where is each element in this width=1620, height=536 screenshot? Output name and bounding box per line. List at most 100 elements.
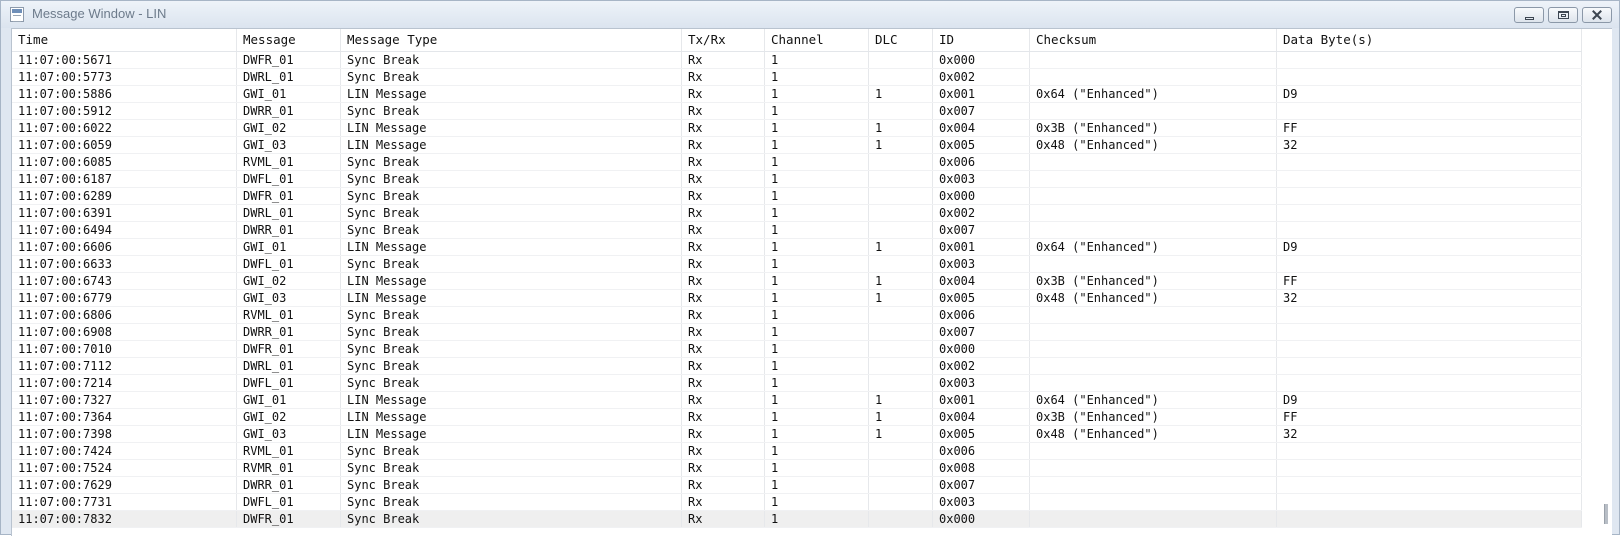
table-row[interactable]: 11:07:00:7112 DWRL_01 Sync Break Rx 1 0x002	[12, 358, 1582, 375]
column-header-data-bytes[interactable]: Data Byte(s)	[1277, 29, 1582, 51]
cell-message-type: LIN Message	[341, 392, 682, 408]
cell-message: DWFR_01	[237, 52, 341, 68]
cell-channel: 1	[765, 273, 869, 289]
cell-message: GWI_03	[237, 290, 341, 306]
scrollbar-thumb[interactable]	[1604, 504, 1608, 524]
cell-dlc	[869, 324, 933, 340]
table-row[interactable]: 11:07:00:7629 DWRR_01 Sync Break Rx 1 0x007	[12, 477, 1582, 494]
cell-id: 0x002	[933, 205, 1030, 221]
column-header-txrx[interactable]: Tx/Rx	[682, 29, 765, 51]
table-row[interactable]: 11:07:00:7010 DWFR_01 Sync Break Rx 1 0x000	[12, 341, 1582, 358]
cell-dlc	[869, 188, 933, 204]
column-header-checksum[interactable]: Checksum	[1030, 29, 1277, 51]
cell-data-bytes: FF	[1277, 273, 1582, 289]
cell-id: 0x003	[933, 494, 1030, 510]
cell-message-type: Sync Break	[341, 154, 682, 170]
table-row[interactable]: 11:07:00:5912 DWRR_01 Sync Break Rx 1 0x007	[12, 103, 1582, 120]
table-row[interactable]: 11:07:00:6085 RVML_01 Sync Break Rx 1 0x006	[12, 154, 1582, 171]
table-row[interactable]: 11:07:00:7424 RVML_01 Sync Break Rx 1 0x006	[12, 443, 1582, 460]
table-row[interactable]: 11:07:00:7364 GWI_02 LIN Message Rx 1 1 0x004 0…	[12, 409, 1582, 426]
table-row[interactable]: 11:07:00:7398 GWI_03 LIN Message Rx 1 1 0x005 0…	[12, 426, 1582, 443]
table-row[interactable]: 11:07:00:5671 DWFR_01 Sync Break Rx 1 0x000	[12, 52, 1582, 69]
table-row[interactable]: 11:07:00:6187 DWFL_01 Sync Break Rx 1 0x003	[12, 171, 1582, 188]
table-row[interactable]: 11:07:00:7832 DWFR_01 Sync Break Rx 1 0x000	[12, 511, 1582, 528]
cell-checksum	[1030, 103, 1277, 119]
cell-time: 11:07:00:7731	[12, 494, 237, 510]
maximize-button[interactable]	[1548, 7, 1578, 23]
cell-message: GWI_02	[237, 120, 341, 136]
table-row[interactable]: 11:07:00:6779 GWI_03 LIN Message Rx 1 1 0x005 0…	[12, 290, 1582, 307]
table-row[interactable]: 11:07:00:7214 DWFL_01 Sync Break Rx 1 0x003	[12, 375, 1582, 392]
cell-message-type: Sync Break	[341, 171, 682, 187]
cell-id: 0x007	[933, 477, 1030, 493]
column-header-channel[interactable]: Channel	[765, 29, 869, 51]
cell-time: 11:07:00:7214	[12, 375, 237, 391]
table-row[interactable]: 11:07:00:6806 RVML_01 Sync Break Rx 1 0x006	[12, 307, 1582, 324]
cell-data-bytes	[1277, 341, 1582, 357]
cell-message-type: LIN Message	[341, 86, 682, 102]
cell-dlc: 1	[869, 290, 933, 306]
cell-id: 0x003	[933, 256, 1030, 272]
cell-message-type: Sync Break	[341, 341, 682, 357]
cell-txrx: Rx	[682, 341, 765, 357]
cell-message-type: Sync Break	[341, 494, 682, 510]
table-row[interactable]: 11:07:00:7327 GWI_01 LIN Message Rx 1 1 0x001 0…	[12, 392, 1582, 409]
cell-time: 11:07:00:7010	[12, 341, 237, 357]
cell-data-bytes	[1277, 358, 1582, 374]
table-row[interactable]: 11:07:00:6391 DWRL_01 Sync Break Rx 1 0x002	[12, 205, 1582, 222]
table-row[interactable]: 11:07:00:6059 GWI_03 LIN Message Rx 1 1 0x005 0…	[12, 137, 1582, 154]
cell-channel: 1	[765, 290, 869, 306]
cell-checksum: 0x3B ("Enhanced")	[1030, 273, 1277, 289]
column-header-dlc[interactable]: DLC	[869, 29, 933, 51]
cell-message: DWFR_01	[237, 341, 341, 357]
table-row[interactable]: 11:07:00:6289 DWFR_01 Sync Break Rx 1 0x000	[12, 188, 1582, 205]
cell-message-type: Sync Break	[341, 477, 682, 493]
cell-id: 0x005	[933, 137, 1030, 153]
close-button[interactable]	[1582, 7, 1612, 23]
table-row[interactable]: 11:07:00:6633 DWFL_01 Sync Break Rx 1 0x003	[12, 256, 1582, 273]
cell-checksum	[1030, 222, 1277, 238]
cell-checksum	[1030, 358, 1277, 374]
minimize-icon	[1525, 17, 1534, 20]
table-row[interactable]: 11:07:00:6908 DWRR_01 Sync Break Rx 1 0x007	[12, 324, 1582, 341]
cell-id: 0x005	[933, 426, 1030, 442]
cell-txrx: Rx	[682, 307, 765, 323]
cell-time: 11:07:00:6289	[12, 188, 237, 204]
cell-time: 11:07:00:6187	[12, 171, 237, 187]
vertical-scrollbar[interactable]	[1600, 29, 1612, 536]
table-row[interactable]: 11:07:00:5886 GWI_01 LIN Message Rx 1 1 0x001 0…	[12, 86, 1582, 103]
close-icon	[1591, 10, 1603, 20]
cell-time: 11:07:00:6779	[12, 290, 237, 306]
cell-txrx: Rx	[682, 205, 765, 221]
column-header-row: Time Message Message Type Tx/Rx Channel …	[12, 29, 1582, 52]
table-row[interactable]: 11:07:00:6606 GWI_01 LIN Message Rx 1 1 0x001 0…	[12, 239, 1582, 256]
cell-data-bytes	[1277, 154, 1582, 170]
cell-dlc: 1	[869, 409, 933, 425]
cell-checksum	[1030, 511, 1277, 527]
minimize-button[interactable]	[1514, 7, 1544, 23]
table-row[interactable]: 11:07:00:5773 DWRL_01 Sync Break Rx 1 0x002	[12, 69, 1582, 86]
table-row[interactable]: 11:07:00:6494 DWRR_01 Sync Break Rx 1 0x007	[12, 222, 1582, 239]
title-bar[interactable]: Message Window - LIN	[1, 1, 1619, 28]
cell-data-bytes	[1277, 443, 1582, 459]
message-list[interactable]: Time Message Message Type Tx/Rx Channel …	[11, 28, 1612, 536]
column-header-time[interactable]: Time	[12, 29, 237, 51]
table-row[interactable]: 11:07:00:7524 RVMR_01 Sync Break Rx 1 0x008	[12, 460, 1582, 477]
cell-channel: 1	[765, 256, 869, 272]
cell-checksum	[1030, 52, 1277, 68]
table-row[interactable]: 11:07:00:6743 GWI_02 LIN Message Rx 1 1 0x004 0…	[12, 273, 1582, 290]
cell-checksum	[1030, 171, 1277, 187]
table-row[interactable]: 11:07:00:6022 GWI_02 LIN Message Rx 1 1 0x004 0…	[12, 120, 1582, 137]
cell-time: 11:07:00:5912	[12, 103, 237, 119]
column-header-message[interactable]: Message	[237, 29, 341, 51]
column-header-id[interactable]: ID	[933, 29, 1030, 51]
table-row[interactable]: 11:07:00:7731 DWFL_01 Sync Break Rx 1 0x003	[12, 494, 1582, 511]
cell-id: 0x005	[933, 290, 1030, 306]
cell-message: GWI_02	[237, 273, 341, 289]
cell-checksum: 0x48 ("Enhanced")	[1030, 290, 1277, 306]
cell-message-type: LIN Message	[341, 239, 682, 255]
cell-message-type: Sync Break	[341, 222, 682, 238]
cell-message-type: LIN Message	[341, 426, 682, 442]
cell-message-type: Sync Break	[341, 52, 682, 68]
column-header-message-type[interactable]: Message Type	[341, 29, 682, 51]
